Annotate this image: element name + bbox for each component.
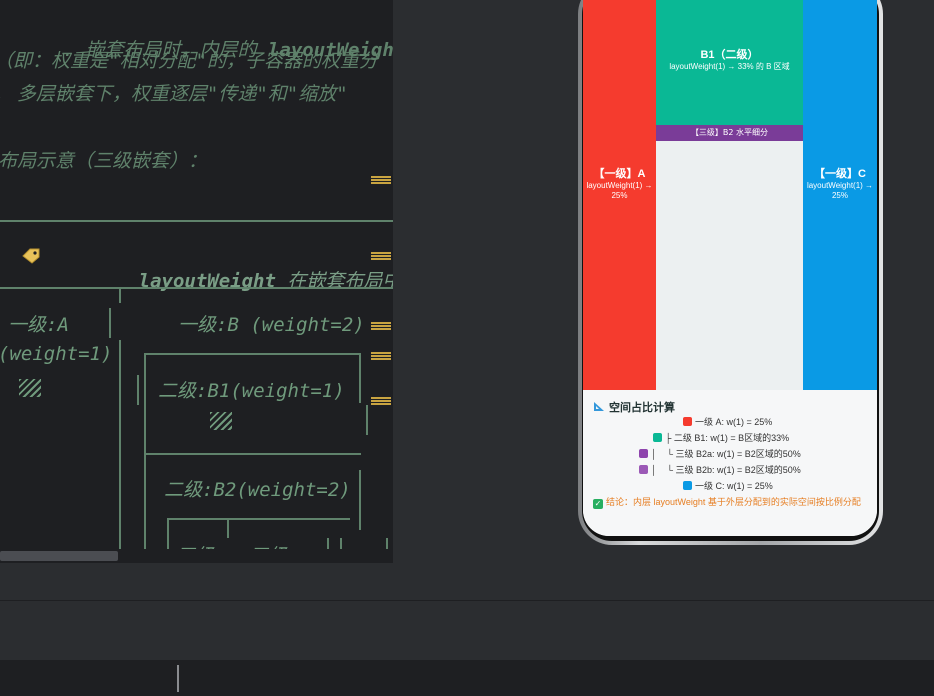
ratio-row: │ └ 三级 B2b: w(1) = B2区域的50% [639,463,801,476]
tag-icon [22,248,40,264]
diagram-label-a: 一级:A [8,314,69,336]
diagram-line [144,353,361,355]
diagram-line [359,470,361,530]
column-a: 【一级】A layoutWeight(1) → 25% [583,0,656,390]
text-caret [177,665,179,692]
diagram-line [119,340,121,563]
divider [0,220,393,222]
swatch-b2a [639,449,648,458]
device-screen: 【一级】A layoutWeight(1) → 25% B1（二级） layou… [583,0,877,536]
check-icon: ✓ [593,499,603,509]
comment-line: （即：权重是"相对分配"的，子容器的权重分 [0,50,378,72]
conclusion-text: ✓ 结论：内层 layoutWeight 基于外层分配到的实际空间按比例分配 [593,497,861,509]
column-a-title: 【一级】A [593,168,646,180]
diagram-hatch [19,379,41,397]
gutter-marker[interactable] [371,176,391,184]
block-b1-sub: layoutWeight(1) → 33% 的 B 区域 [669,62,790,71]
divider [0,287,393,289]
ratio-panel: 空间占比计算 一级 A: w(1) = 25% ├ 二级 B1: w(1) = … [583,390,877,536]
scrollbar-thumb[interactable] [0,551,118,561]
diagram-weight-a: (weight=1) [0,343,113,365]
swatch-a [683,417,692,426]
heading-line: layoutWeight 在嵌套布局中的传递 [138,270,393,292]
diagram-line [167,518,350,520]
swatch-b1 [653,433,662,442]
comment-line: 布局示意（三级嵌套）： [0,150,208,172]
ratio-row: 一级 A: w(1) = 25% [683,415,772,428]
column-c-sub: layoutWeight(1) → 25% [806,181,874,200]
column-c-title: 【一级】C [814,168,866,180]
swatch-b2b [639,465,648,474]
diagram-line [366,405,368,435]
column-c: 【一级】C layoutWeight(1) → 25% [803,0,877,390]
code-editor[interactable]: . 嵌套布局时，内层的 layoutWeight 基于 （即：权重是"相对分配"… [0,0,393,563]
ide-window: . 嵌套布局时，内层的 layoutWeight 基于 （即：权重是"相对分配"… [0,0,934,696]
diagram-label-b2: 二级:B2(weight=2) [164,479,351,501]
gutter-marker[interactable] [371,322,391,330]
comment-line: . 多层嵌套下，权重逐层"传递"和"缩放" [0,83,348,105]
swatch-c [683,481,692,490]
ratio-row: │ └ 三级 B2a: w(1) = B2区域的50% [639,447,801,460]
diagram-line [137,375,139,405]
column-a-sub: layoutWeight(1) → 25% [586,181,653,200]
diagram-line [144,453,361,455]
ratio-row: ├ 二级 B1: w(1) = B区域的33% [653,431,789,444]
tool-panel [0,600,934,660]
block-b1: B1（二级） layoutWeight(1) → 33% 的 B 区域 [656,0,803,125]
column-b: B1（二级） layoutWeight(1) → 33% 的 B 区域 【三级】… [656,0,803,390]
diagram-label-b: 一级:B (weight=2) [178,314,365,336]
block-b1-title: B1（二级） [700,49,759,61]
diagram-label-b1: 二级:B1(weight=1) [158,380,345,402]
diagram-line [144,353,146,563]
diagram-line [109,308,111,338]
status-bar [0,660,934,696]
gutter-marker[interactable] [371,352,391,360]
diagram-line [119,289,121,303]
diagram-hatch [210,412,232,430]
diagram-line [359,353,361,403]
ratio-row: 一级 C: w(1) = 25% [683,479,773,492]
diagram-line [227,518,229,538]
ruler-icon [594,402,604,411]
panel-title: 空间占比计算 [593,399,675,415]
gutter-marker[interactable] [371,397,391,405]
block-b2-band: 【三级】B2 水平细分 [656,125,803,141]
gutter-marker[interactable] [371,252,391,260]
